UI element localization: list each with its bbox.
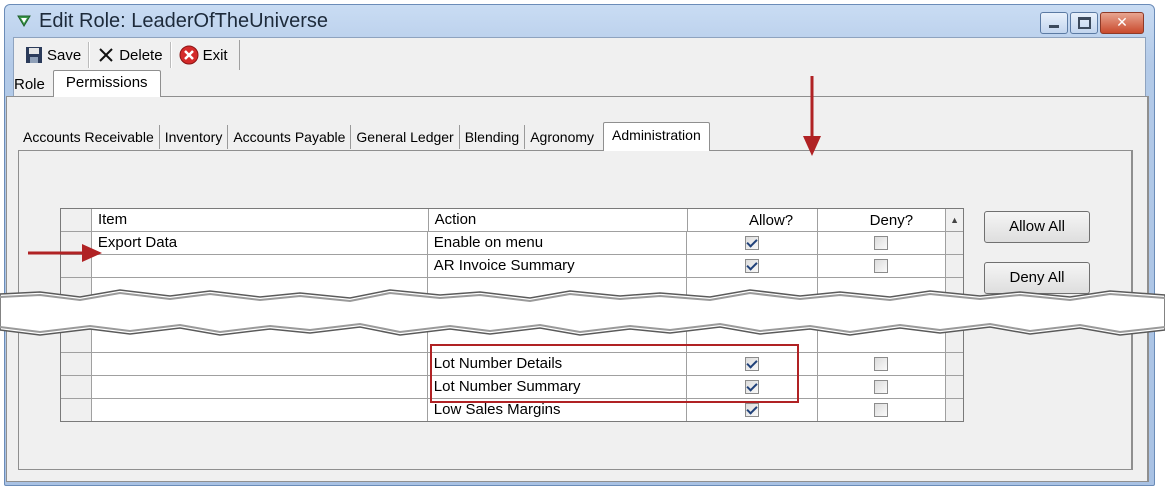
annotation-arrows — [28, 76, 821, 262]
arrow-down-icon — [803, 76, 821, 156]
arrow-right-icon — [28, 244, 102, 262]
